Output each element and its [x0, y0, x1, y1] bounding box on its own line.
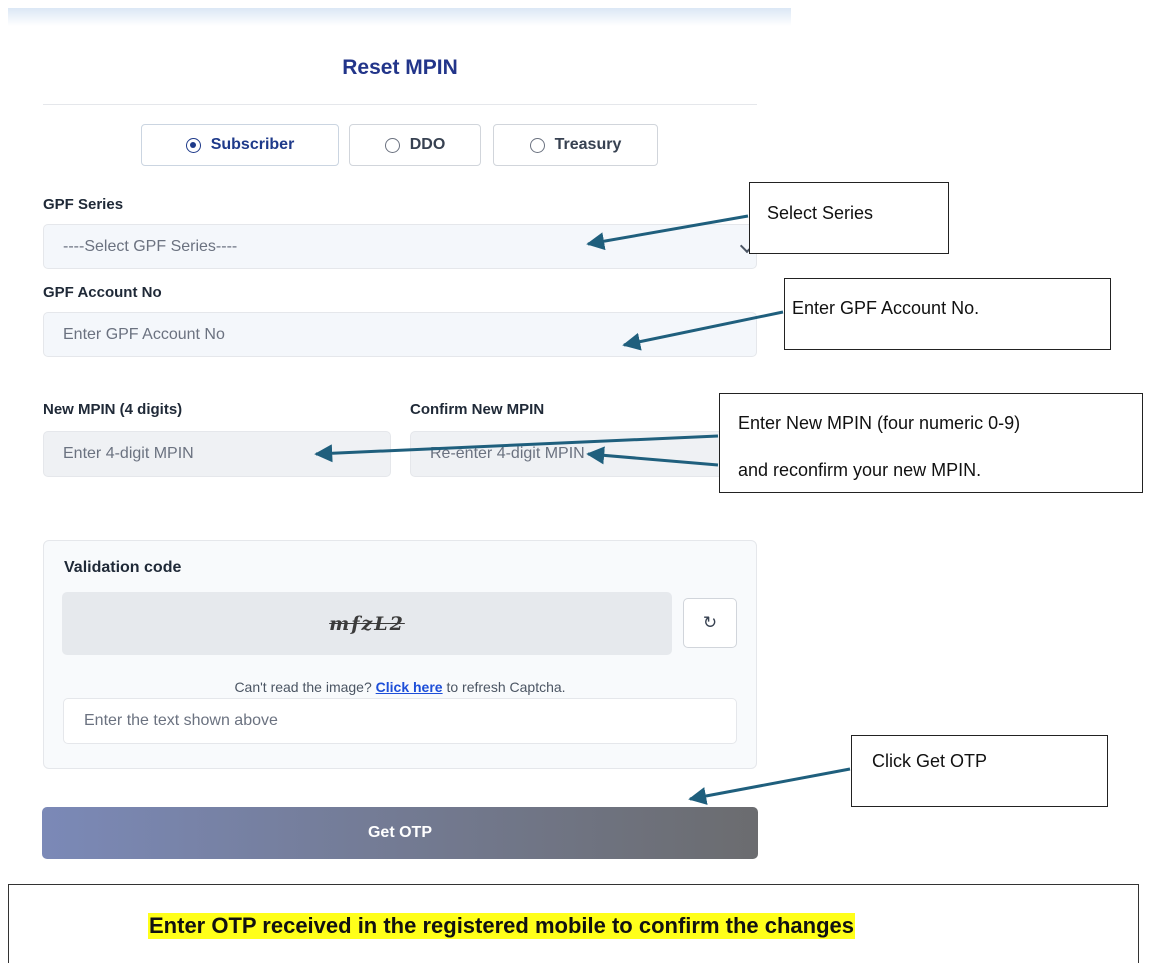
arrow-to-confirm-mpin [586, 446, 719, 467]
annotation-arrows [314, 214, 851, 805]
arrow-to-gpf-account [622, 310, 784, 351]
arrow-to-get-otp [688, 767, 851, 805]
arrow-to-new-mpin [314, 434, 719, 463]
arrow-to-gpf-series [586, 214, 749, 251]
